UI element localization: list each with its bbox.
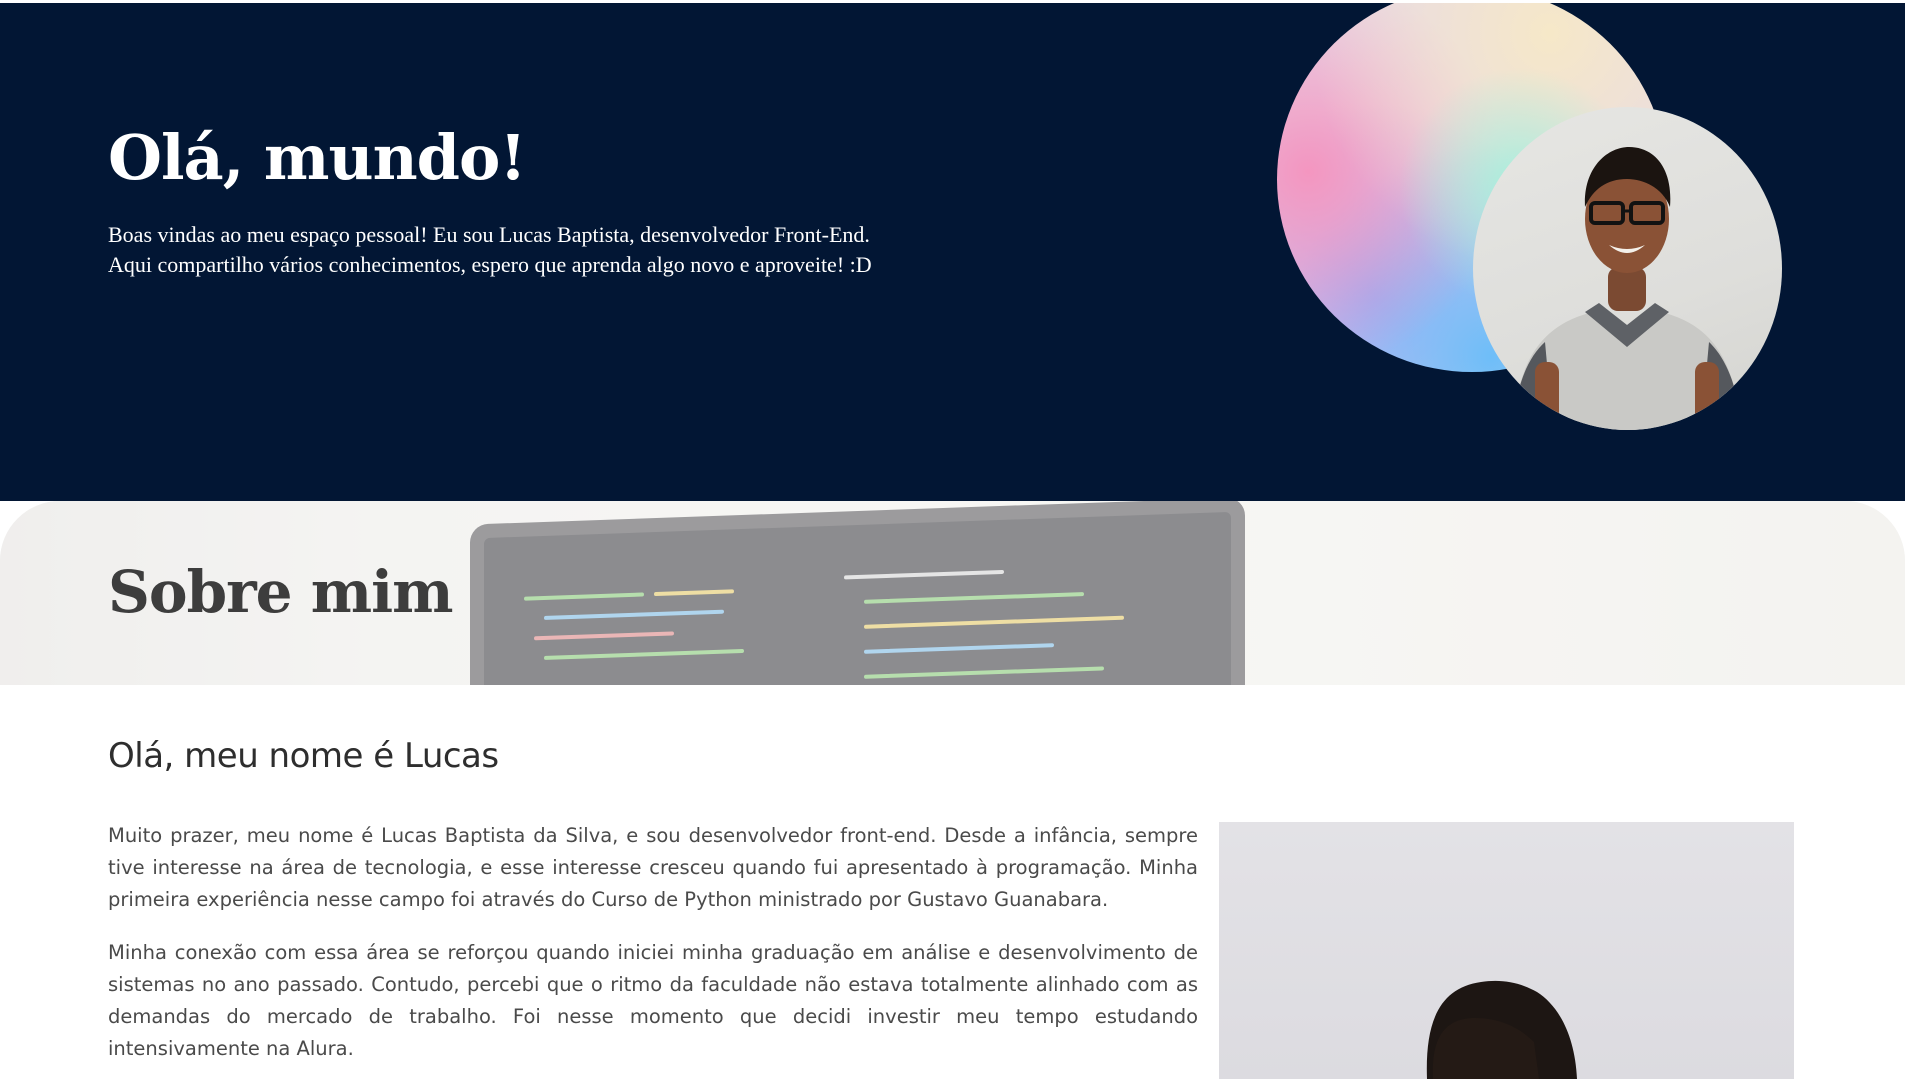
- about-photo: [1219, 822, 1794, 1079]
- hero-section: Olá, mundo! Boas vindas ao meu espaço pe…: [0, 0, 1905, 501]
- hero-intro-line-2: Aqui compartilho vários conhecimentos, e…: [108, 252, 872, 277]
- profile-photo: [1473, 107, 1782, 430]
- about-text: Muito prazer, meu nome é Lucas Baptista …: [108, 820, 1198, 1086]
- profile-photo-illustration: [1513, 147, 1741, 430]
- hero-intro-line-1: Boas vindas ao meu espaço pessoal! Eu so…: [108, 222, 870, 247]
- about-photo-illustration: [1426, 980, 1577, 1079]
- about-paragraph-1: Muito prazer, meu nome é Lucas Baptista …: [108, 824, 1198, 911]
- intro-heading: Olá, meu nome é Lucas: [108, 736, 499, 776]
- about-title: Sobre mim: [108, 558, 454, 626]
- about-paragraph-2: Minha conexão com essa área se reforçou …: [108, 941, 1198, 1060]
- hero-intro: Boas vindas ao meu espaço pessoal! Eu so…: [108, 220, 1008, 280]
- hero-title: Olá, mundo!: [108, 121, 527, 194]
